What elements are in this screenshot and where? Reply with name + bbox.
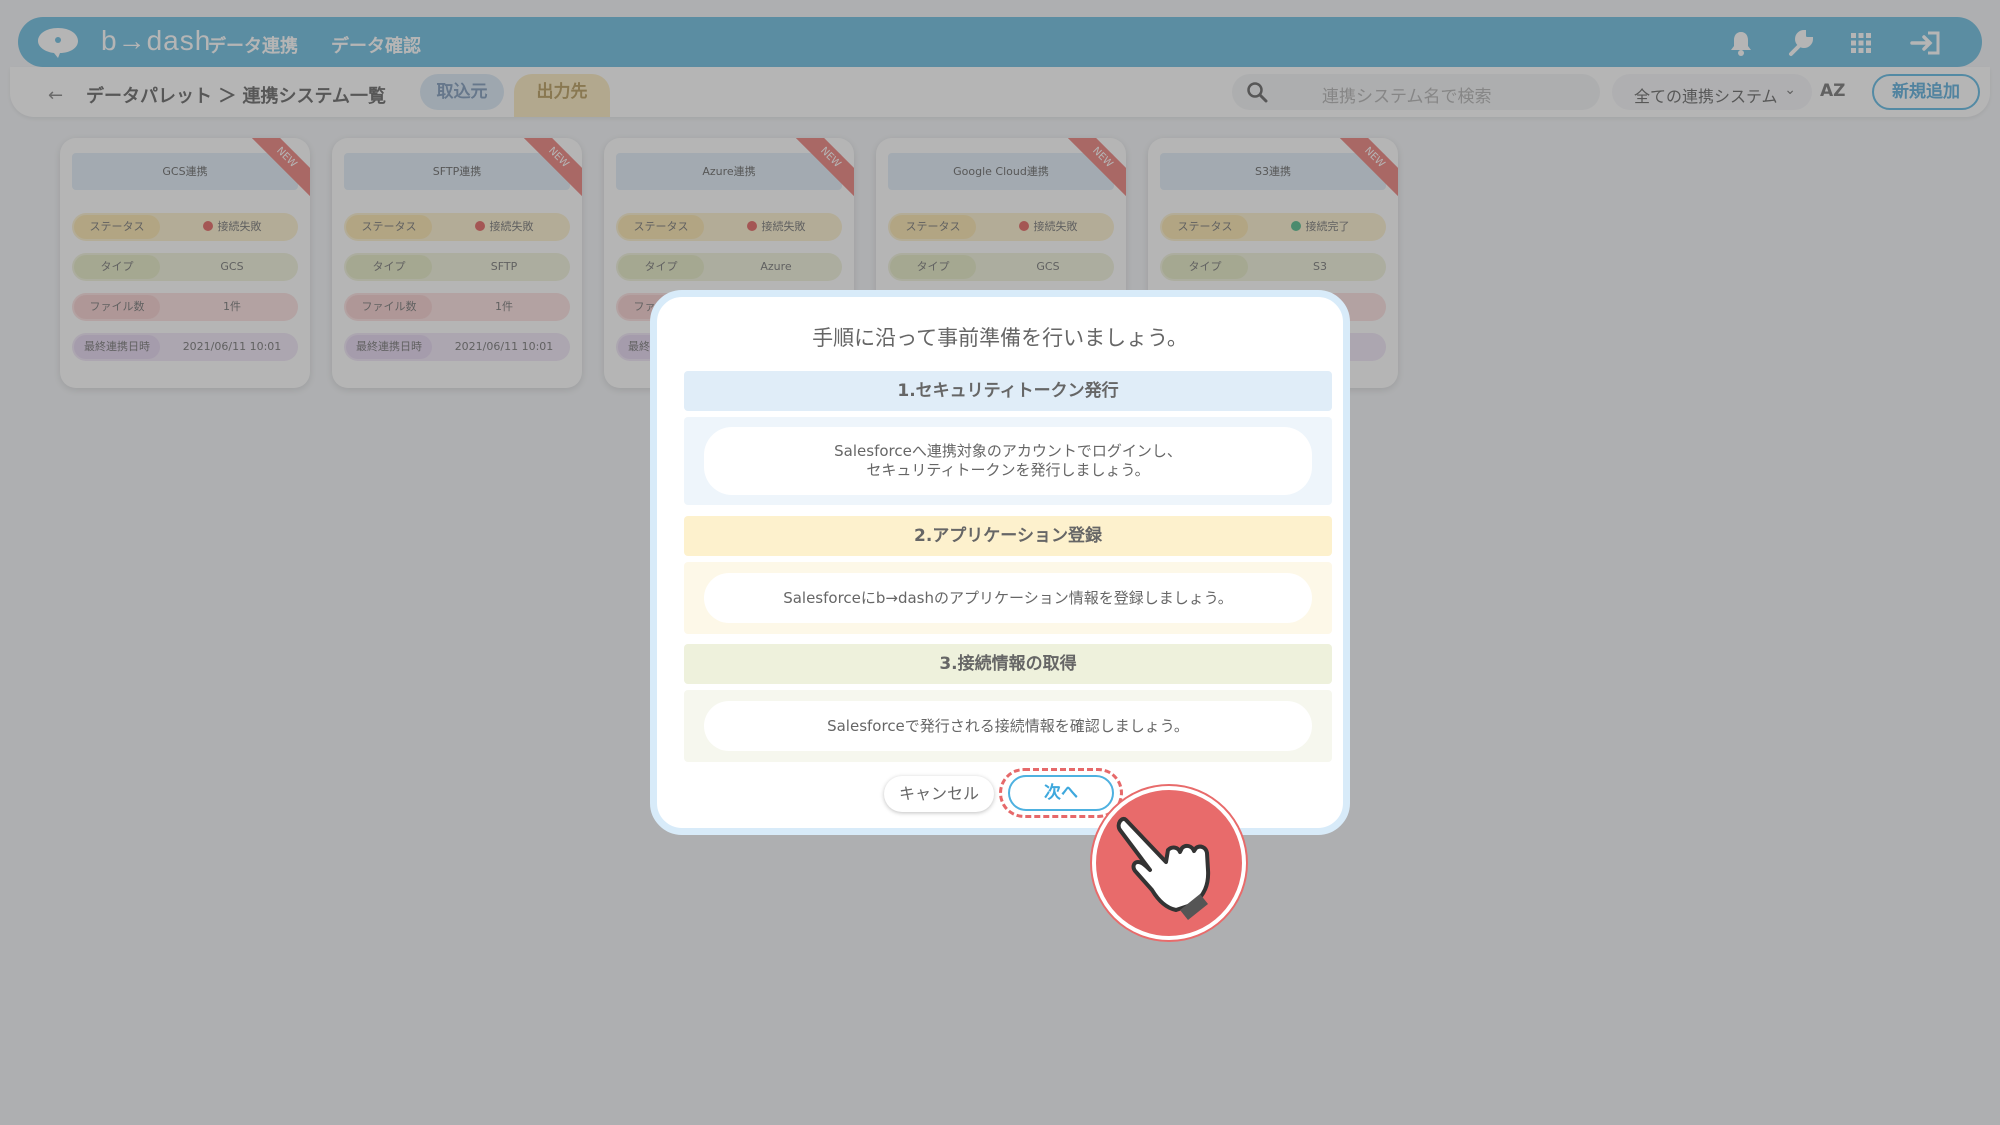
dialog-title: 手順に沿って事前準備を行いましょう。	[812, 326, 1188, 350]
pointing-hand-icon	[1092, 786, 1246, 940]
step-1-line-2: セキュリティトークンを発行しましょう。	[866, 461, 1150, 479]
step-3-line-1: Salesforceで発行される接続情報を確認しましょう。	[827, 716, 1189, 735]
step-3-body: Salesforceで発行される接続情報を確認しましょう。	[684, 690, 1332, 762]
cancel-button[interactable]: キャンセル	[884, 776, 994, 812]
step-2-description: Salesforceにb→dashのアプリケーション情報を登録しましょう。	[704, 573, 1312, 623]
setup-steps-dialog: 手順に沿って事前準備を行いましょう。 1.セキュリティトークン発行 Salesf…	[650, 290, 1350, 835]
step-1-body: Salesforceへ連携対象のアカウントでログインし、 セキュリティトークンを…	[684, 417, 1332, 505]
step-3-heading: 3.接続情報の取得	[684, 644, 1332, 684]
step-1-heading: 1.セキュリティトークン発行	[684, 371, 1332, 411]
step-2-line-1: Salesforceにb→dashのアプリケーション情報を登録しましょう。	[783, 588, 1233, 607]
step-2-heading: 2.アプリケーション登録	[684, 516, 1332, 556]
step-3-description: Salesforceで発行される接続情報を確認しましょう。	[704, 701, 1312, 751]
step-1-description: Salesforceへ連携対象のアカウントでログインし、 セキュリティトークンを…	[704, 427, 1312, 495]
step-2-body: Salesforceにb→dashのアプリケーション情報を登録しましょう。	[684, 562, 1332, 634]
step-1-line-1: Salesforceへ連携対象のアカウントでログインし、	[834, 442, 1182, 460]
